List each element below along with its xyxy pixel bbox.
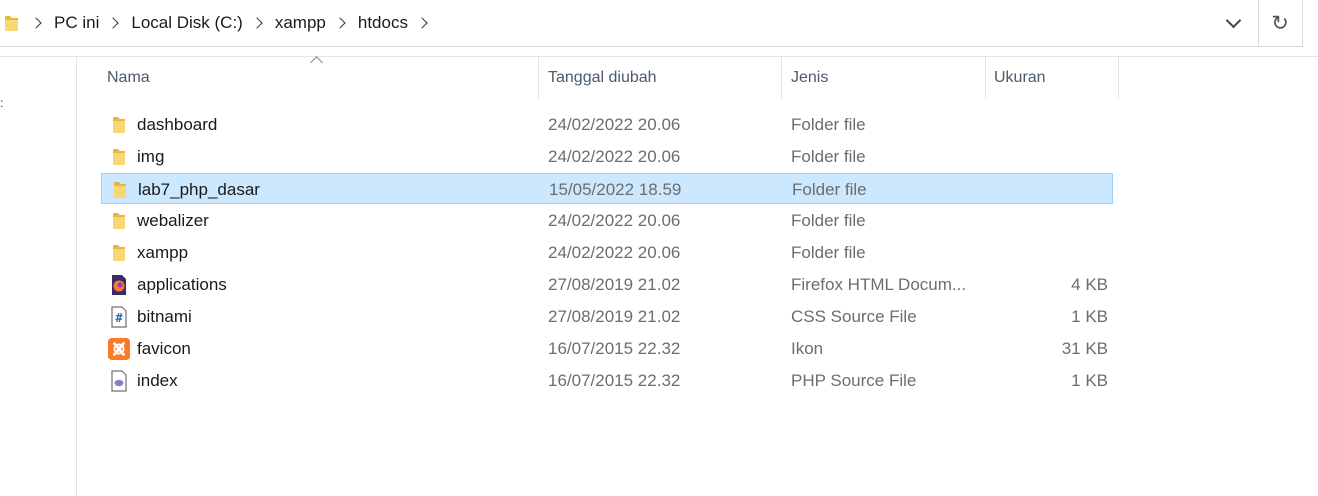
file-date-modified: 24/02/2022 20.06 <box>548 210 681 230</box>
column-header-name[interactable]: Nama <box>107 57 537 99</box>
file-date-modified: 16/07/2015 22.32 <box>548 370 681 390</box>
column-header-name-label: Nama <box>107 69 150 86</box>
file-size <box>989 205 1108 236</box>
chevron-right-icon[interactable] <box>107 17 120 29</box>
file-size: 4 KB <box>1071 274 1108 294</box>
file-name: dashboard <box>137 114 218 134</box>
chevron-right-icon[interactable] <box>334 17 346 29</box>
column-header-size[interactable]: Ukuran <box>994 57 1114 99</box>
file-type: Folder file <box>791 210 866 230</box>
folder-icon <box>108 205 130 236</box>
file-type: PHP Source File <box>791 370 917 390</box>
column-separator[interactable] <box>781 57 782 99</box>
file-name: bitnami <box>137 306 192 326</box>
file-row[interactable]: xampp 24/02/2022 20.06 Folder file <box>101 237 1113 268</box>
file-date-modified: 27/08/2019 21.02 <box>548 274 681 294</box>
file-row[interactable]: lab7_php_dasar 15/05/2022 18.59 Folder fil… <box>101 173 1113 204</box>
folder-icon <box>4 13 20 33</box>
file-type: Firefox HTML Docum... <box>791 274 967 294</box>
chevron-right-icon[interactable] <box>416 17 428 29</box>
column-separator[interactable] <box>538 57 539 99</box>
file-row[interactable]: # bitnami 27/08/2019 21.02 CSS Source File 1… <box>101 301 1113 332</box>
pane-edge-mark: : <box>0 96 4 110</box>
firefox-html-icon <box>108 269 130 300</box>
file-date-modified: 24/02/2022 20.06 <box>548 114 681 134</box>
file-date-modified: 16/07/2015 22.32 <box>548 338 681 358</box>
breadcrumb-pc[interactable]: PC ini <box>46 13 107 33</box>
css-file-icon: # <box>108 301 130 332</box>
php-file-icon <box>108 365 130 396</box>
column-header-type-label: Jenis <box>791 69 829 86</box>
file-name: webalizer <box>137 210 209 230</box>
folder-icon <box>108 141 130 172</box>
file-date-modified: 27/08/2019 21.02 <box>548 306 681 326</box>
xampp-ico-icon <box>108 333 130 364</box>
file-size: 31 KB <box>1061 338 1108 358</box>
refresh-button[interactable]: ↻ <box>1258 0 1303 47</box>
column-header-type[interactable]: Jenis <box>791 57 981 99</box>
folder-icon <box>109 174 131 205</box>
file-date-modified: 24/02/2022 20.06 <box>548 146 681 166</box>
file-row[interactable]: webalizer 24/02/2022 20.06 Folder file <box>101 205 1113 236</box>
folder-icon <box>108 237 130 268</box>
file-type: Folder file <box>791 114 866 134</box>
file-date-modified: 24/02/2022 20.06 <box>548 242 681 262</box>
breadcrumb: PC ini Local Disk (C:) xampp htdocs <box>30 0 432 46</box>
file-size <box>989 141 1108 172</box>
file-row[interactable]: dashboard 24/02/2022 20.06 Folder file <box>101 109 1113 140</box>
column-separator[interactable] <box>1118 57 1119 99</box>
folder-icon <box>108 109 130 140</box>
file-type: Ikon <box>791 338 824 358</box>
file-row[interactable]: applications 27/08/2019 21.02 Firefox HTML… <box>101 269 1113 300</box>
file-size: 1 KB <box>1071 370 1108 390</box>
file-type: Folder file <box>791 242 866 262</box>
column-header-date[interactable]: Tanggal diubah <box>548 57 778 99</box>
file-size: 1 KB <box>1071 306 1108 326</box>
column-separator[interactable] <box>985 57 986 99</box>
file-name: favicon <box>137 338 191 358</box>
file-name: applications <box>137 274 227 294</box>
breadcrumb-xampp[interactable]: xampp <box>267 13 334 33</box>
refresh-icon: ↻ <box>1271 11 1289 35</box>
file-type: Folder file <box>792 179 867 199</box>
file-name: xampp <box>137 242 189 262</box>
column-header-date-label: Tanggal diubah <box>548 69 657 86</box>
file-name: lab7_php_dasar <box>138 179 260 199</box>
column-header-size-label: Ukuran <box>994 69 1046 86</box>
file-name: index <box>137 370 178 390</box>
file-row[interactable]: img 24/02/2022 20.06 Folder file <box>101 141 1113 172</box>
file-size <box>989 237 1108 268</box>
svg-text:#: # <box>115 311 123 325</box>
file-date-modified: 15/05/2022 18.59 <box>549 179 682 199</box>
file-type: Folder file <box>791 146 866 166</box>
file-row[interactable]: index 16/07/2015 22.32 PHP Source File 1 KB <box>101 365 1113 396</box>
file-row[interactable]: favicon 16/07/2015 22.32 Ikon 31 KB <box>101 333 1113 364</box>
file-size <box>989 109 1108 140</box>
file-type: CSS Source File <box>791 306 917 326</box>
chevron-down-icon[interactable] <box>1220 12 1246 36</box>
address-bar[interactable]: PC ini Local Disk (C:) xampp htdocs <box>0 0 1259 47</box>
breadcrumb-htdocs[interactable]: htdocs <box>350 13 416 33</box>
navigation-pane[interactable] <box>0 57 77 496</box>
file-size <box>990 174 1109 205</box>
chevron-right-icon[interactable] <box>251 17 263 29</box>
file-name: img <box>137 146 165 166</box>
breadcrumb-local-disk[interactable]: Local Disk (C:) <box>123 13 250 33</box>
chevron-right-icon[interactable] <box>30 17 42 29</box>
